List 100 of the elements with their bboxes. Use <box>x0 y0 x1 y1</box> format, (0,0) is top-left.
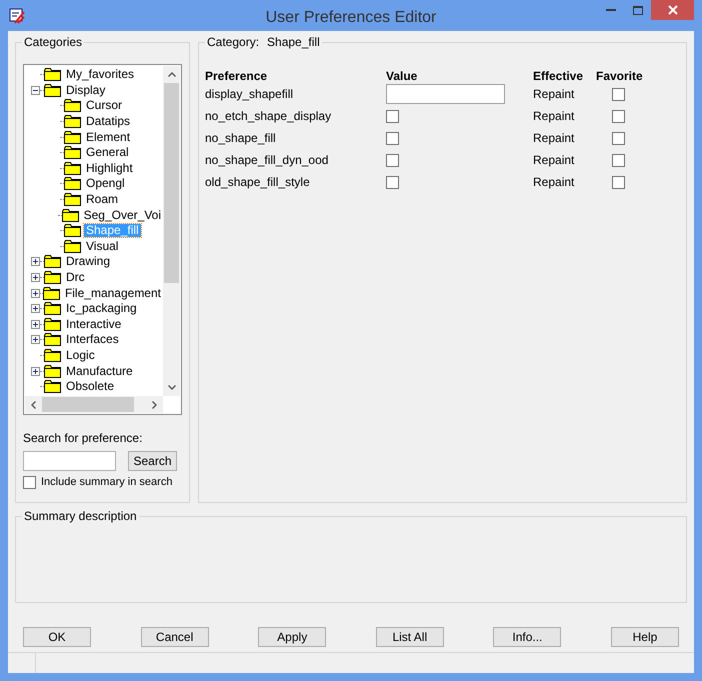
scroll-down-icon[interactable] <box>168 385 176 390</box>
effective-text: Repaint <box>533 174 576 191</box>
expand-icon[interactable] <box>31 257 40 266</box>
folder-icon <box>44 348 61 362</box>
group-title: Categories <box>22 35 84 49</box>
category-title: Category: Shape_fill <box>205 35 322 49</box>
tree-item[interactable]: Seg_Over_Voi <box>82 208 163 222</box>
expand-icon[interactable] <box>31 304 40 314</box>
preference-name: no_etch_shape_display <box>205 108 332 125</box>
category-value: Shape_fill <box>267 35 320 49</box>
preference-name: no_shape_fill <box>205 130 277 147</box>
value-field[interactable] <box>386 84 505 104</box>
checkbox[interactable] <box>612 154 625 166</box>
scrollbar-thumb[interactable] <box>164 83 179 283</box>
folder-icon <box>64 99 81 112</box>
window-title: User Preferences Editor <box>264 8 438 28</box>
folder-icon <box>42 286 60 300</box>
checkbox[interactable] <box>612 110 625 122</box>
checkbox[interactable] <box>386 176 399 188</box>
scrollbar-thumb[interactable] <box>42 397 134 412</box>
dialog-button[interactable]: Info... <box>493 627 562 647</box>
preference-name: old_shape_fill_style <box>205 174 311 191</box>
scroll-right-icon[interactable] <box>152 400 157 408</box>
expand-icon[interactable] <box>31 366 40 376</box>
checkbox-label: Include summary in search <box>41 475 172 489</box>
folder-icon <box>64 162 81 175</box>
folder-icon <box>44 84 61 97</box>
folder-icon <box>64 130 81 144</box>
folder-icon <box>64 193 81 206</box>
expand-icon[interactable] <box>31 320 40 329</box>
checkbox[interactable] <box>612 88 625 100</box>
folder-icon <box>64 146 81 160</box>
dialog-button[interactable]: List All <box>376 627 444 647</box>
effective-text: Repaint <box>533 130 576 147</box>
app-icon <box>9 8 25 24</box>
checkbox[interactable] <box>23 476 36 488</box>
dialog-button[interactable]: Search <box>128 451 177 471</box>
expand-icon[interactable] <box>31 335 40 344</box>
tree-item[interactable]: Drc <box>64 271 87 284</box>
tree-item[interactable]: Visual <box>84 240 120 253</box>
folder-icon <box>64 177 81 190</box>
folder-icon <box>44 364 61 378</box>
dialog-button[interactable]: Help <box>610 627 679 647</box>
dialog-button[interactable]: Cancel <box>140 627 209 647</box>
search-field[interactable] <box>23 451 116 471</box>
preference-name: display_shapefill <box>205 86 294 103</box>
column-header: Value <box>386 68 418 83</box>
tree-item[interactable]: Interfaces <box>64 333 121 346</box>
maximize-icon <box>632 6 642 14</box>
column-header: Preference <box>205 68 268 83</box>
expand-icon[interactable] <box>31 288 40 298</box>
folder-icon <box>44 68 61 82</box>
column-header: Favorite <box>596 68 644 83</box>
folder-icon <box>64 240 81 253</box>
tree-item[interactable]: Display <box>64 84 108 97</box>
scroll-left-icon[interactable] <box>31 400 36 408</box>
expand-icon[interactable] <box>31 273 40 282</box>
folder-icon <box>64 224 81 238</box>
tree-item[interactable]: My_favorites <box>64 68 136 82</box>
tree-item[interactable]: Ic_packaging <box>64 302 139 316</box>
tree-item[interactable]: Cursor <box>84 99 124 112</box>
close-icon <box>668 5 678 15</box>
folder-icon <box>62 208 79 222</box>
tree-item[interactable]: Manufacture <box>64 364 135 378</box>
vertical-scrollbar[interactable] <box>163 66 180 396</box>
tree-item[interactable]: Obsolete <box>64 380 116 394</box>
preference-name: no_shape_fill_dyn_ood <box>205 152 330 169</box>
collapse-icon[interactable] <box>31 86 40 95</box>
checkbox[interactable] <box>386 132 399 144</box>
tree-item[interactable]: Opengl <box>84 177 127 190</box>
tree-item[interactable]: Interactive <box>64 318 124 331</box>
tree-item[interactable]: General <box>84 146 131 160</box>
dialog-button[interactable]: Apply <box>258 627 326 647</box>
search-label: Search for preference: <box>23 431 144 445</box>
dialog-button[interactable]: OK <box>23 627 91 647</box>
close-button[interactable] <box>651 0 694 20</box>
tree-item[interactable]: File_management <box>62 286 163 300</box>
group-title: Summary description <box>22 509 139 523</box>
folder-icon <box>44 333 61 346</box>
folder-icon <box>44 255 61 268</box>
horizontal-scrollbar[interactable] <box>25 396 163 413</box>
effective-text: Repaint <box>533 108 576 125</box>
checkbox[interactable] <box>386 154 399 166</box>
checkbox[interactable] <box>612 176 625 188</box>
folder-icon <box>44 302 61 316</box>
tree-item[interactable]: Roam <box>84 193 120 206</box>
minimize-icon <box>606 9 616 11</box>
checkbox[interactable] <box>612 132 625 144</box>
tree-item[interactable]: Datatips <box>84 115 132 128</box>
folder-icon <box>44 271 61 284</box>
folder-icon <box>44 318 61 331</box>
tree-item[interactable]: Logic <box>64 348 97 362</box>
folder-icon <box>44 380 61 394</box>
tree-item[interactable]: Element <box>84 130 132 144</box>
tree-item[interactable]: Highlight <box>84 162 135 175</box>
folder-icon <box>64 115 81 128</box>
tree-item[interactable]: Drawing <box>64 255 112 268</box>
column-header: Effective <box>533 68 584 83</box>
scroll-up-icon[interactable] <box>168 72 176 77</box>
checkbox[interactable] <box>386 110 399 122</box>
